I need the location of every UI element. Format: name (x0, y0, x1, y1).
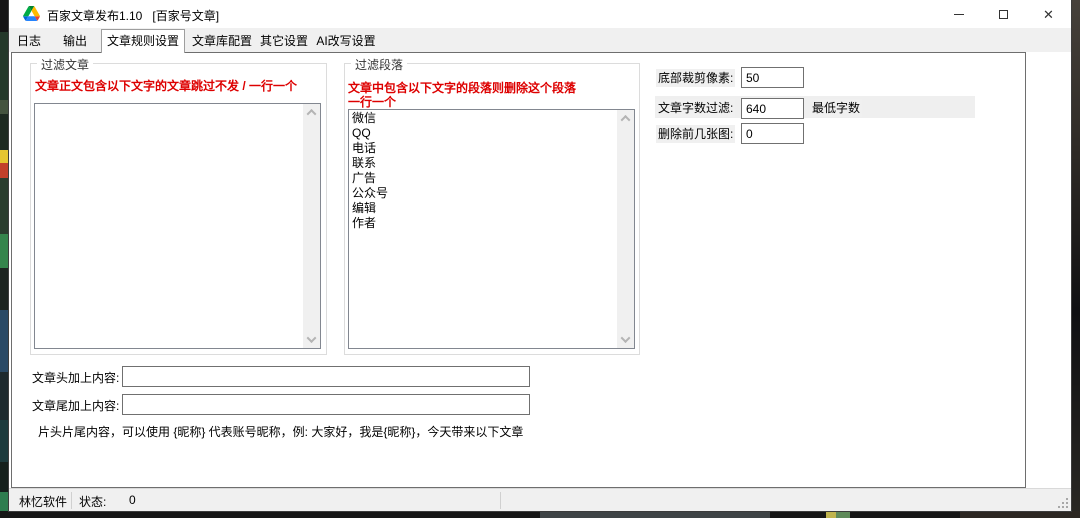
tab-article-rules[interactable]: 文章规则设置 (101, 29, 185, 53)
word-filter-suffix: 最低字数 (810, 99, 862, 117)
brand-label: 林忆软件 (19, 493, 67, 510)
tab-other-settings[interactable]: 其它设置 (257, 31, 311, 52)
delete-images-input[interactable] (741, 123, 804, 144)
bottom-crop-input[interactable] (741, 67, 804, 88)
append-note: 片头片尾内容，可以使用 {昵称} 代表账号昵称，例: 大家好，我是{昵称}，今天… (38, 423, 523, 440)
chevron-up-icon[interactable] (303, 104, 320, 121)
tab-ai-rewrite[interactable]: AI改写设置 (313, 31, 379, 52)
filter-article-textbox (34, 103, 321, 349)
delete-images-label: 删除前几张图: (656, 125, 735, 143)
app-window: 百家文章发布1.10 [百家号文章] ✕ 日志 输出 文章规则设置 文章库配置 … (8, 0, 1072, 512)
word-filter-input[interactable] (741, 98, 804, 119)
status-value: 0 (129, 493, 136, 507)
filter-paragraph-scrollbar[interactable] (617, 110, 634, 348)
status-label: 状态: (79, 493, 106, 510)
word-filter-label: 文章字数过滤: (656, 99, 735, 117)
google-drive-triangle-icon (23, 6, 40, 21)
tab-strip: 日志 输出 文章规则设置 文章库配置 其它设置 AI改写设置 (9, 28, 1071, 52)
desktop-bottom-edge (0, 511, 1080, 518)
filter-paragraph-textarea[interactable]: 微信 QQ 电话 联系 广告 公众号 编辑 作者 (349, 110, 617, 348)
bottom-crop-label: 底部裁剪像素: (656, 69, 735, 87)
filter-paragraph-title: 过滤段落 (351, 56, 407, 73)
append-head-input[interactable] (122, 366, 530, 387)
append-tail-input[interactable] (122, 394, 530, 415)
chevron-down-icon[interactable] (617, 331, 634, 348)
article-rules-panel: 过滤文章 文章正文包含以下文字的文章跳过不发 / 一行一个 过滤段落 文章中包含… (11, 52, 1026, 488)
maximize-icon[interactable] (981, 0, 1026, 28)
status-bar: 林忆软件 状态: 0 (9, 488, 1071, 511)
chevron-down-icon[interactable] (303, 331, 320, 348)
desktop-right-edge (1071, 0, 1080, 518)
append-tail-label: 文章尾加上内容: (32, 397, 119, 415)
minimize-icon[interactable] (936, 0, 981, 28)
filter-article-scrollbar[interactable] (303, 104, 320, 348)
append-head-label: 文章头加上内容: (32, 369, 119, 387)
filter-paragraph-textbox: 微信 QQ 电话 联系 广告 公众号 编辑 作者 (348, 109, 635, 349)
tab-article-library[interactable]: 文章库配置 (189, 31, 255, 52)
tab-log[interactable]: 日志 (9, 31, 49, 52)
statusbar-separator (500, 492, 501, 509)
statusbar-separator (71, 492, 72, 509)
window-title: 百家文章发布1.10 [百家号文章] (47, 7, 219, 24)
filter-article-hint: 文章正文包含以下文字的文章跳过不发 / 一行一个 (35, 77, 297, 94)
filter-article-title: 过滤文章 (37, 56, 93, 73)
tab-output[interactable]: 输出 (55, 31, 95, 52)
resize-grip-icon[interactable] (1058, 498, 1068, 508)
close-icon[interactable]: ✕ (1026, 0, 1071, 28)
filter-article-textarea[interactable] (35, 104, 303, 348)
titlebar: 百家文章发布1.10 [百家号文章] ✕ (9, 0, 1071, 28)
chevron-up-icon[interactable] (617, 110, 634, 127)
filter-paragraph-hint-line2: 一行一个 (348, 93, 396, 110)
